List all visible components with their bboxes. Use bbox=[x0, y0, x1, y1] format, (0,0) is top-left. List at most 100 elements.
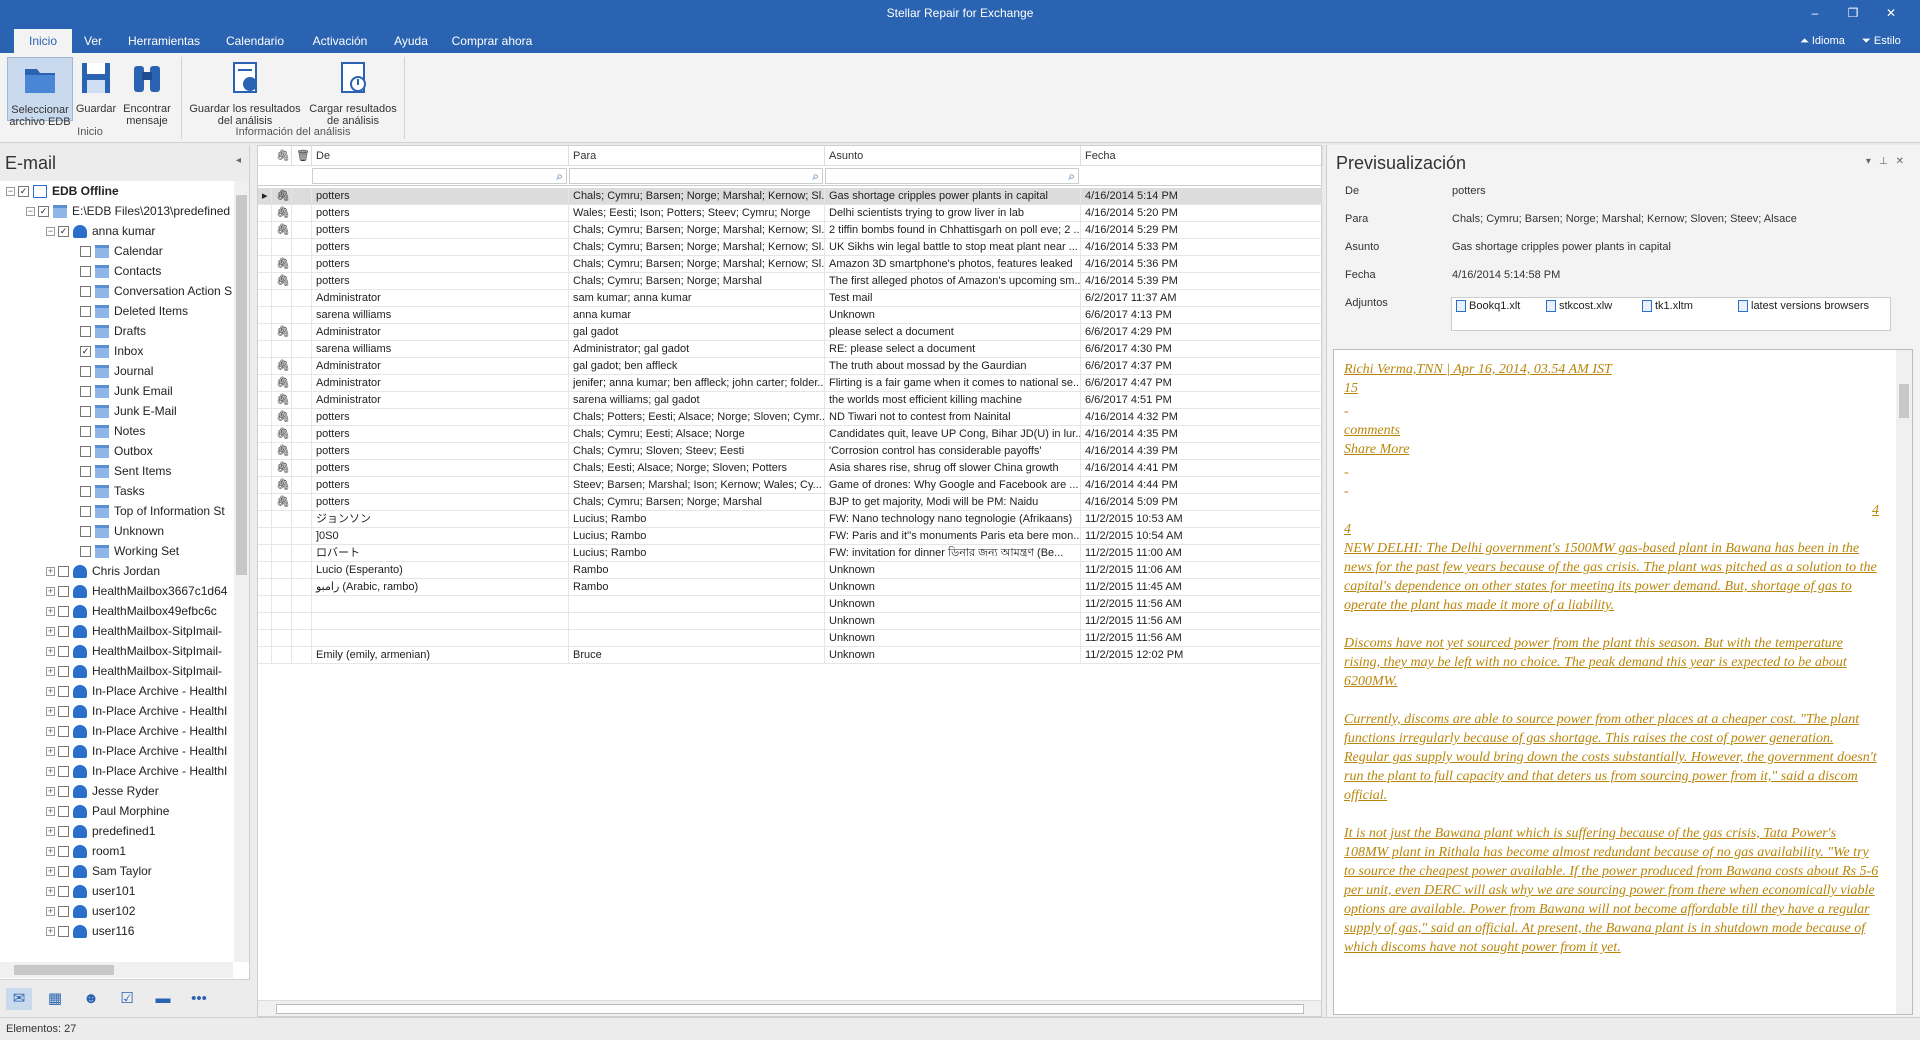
collapse-icon[interactable]: − bbox=[26, 207, 35, 217]
checkbox[interactable] bbox=[58, 846, 69, 858]
tree-node-folder[interactable]: Contacts bbox=[80, 261, 161, 281]
table-row[interactable]: Unknown 11/2/2015 11:56 AM bbox=[258, 596, 1323, 613]
expand-icon[interactable]: + bbox=[46, 887, 55, 897]
tree-node-mailbox[interactable]: + user101 bbox=[46, 881, 135, 901]
checkbox[interactable] bbox=[58, 606, 69, 618]
expand-icon[interactable]: + bbox=[46, 767, 55, 777]
table-row[interactable]: 🖇 potters Chals; Potters; Eesti; Alsace; N… bbox=[258, 409, 1323, 426]
checkbox[interactable] bbox=[80, 246, 91, 258]
tree-vertical-scrollbar[interactable] bbox=[234, 181, 249, 962]
table-row[interactable]: Unknown 11/2/2015 11:56 AM bbox=[258, 630, 1323, 647]
tree-node-mailbox[interactable]: + Paul Morphine bbox=[46, 801, 169, 821]
table-row[interactable]: 🖇 potters Chals; Cymru; Barsen; Norge; Mar… bbox=[258, 222, 1323, 239]
checkbox[interactable] bbox=[58, 586, 69, 598]
table-row[interactable]: 🖇 potters Chals; Cymru; Barsen; Norge; Mar… bbox=[258, 494, 1323, 511]
grid-horizontal-scrollbar[interactable] bbox=[258, 1000, 1321, 1016]
tasks-icon[interactable]: ☑ bbox=[114, 988, 140, 1010]
notes-icon[interactable]: ▬ bbox=[150, 988, 176, 1010]
tree-node-mailbox[interactable]: + HealthMailbox49efbc6c bbox=[46, 601, 217, 621]
tree-node-folder[interactable]: Junk Email bbox=[80, 381, 173, 401]
checkbox[interactable] bbox=[58, 926, 69, 938]
table-row[interactable]: ロバート Lucius; Rambo FW: invitation for dinn… bbox=[258, 545, 1323, 562]
table-row[interactable]: potters Chals; Cymru; Barsen; Norge; Mars… bbox=[258, 239, 1323, 256]
table-row[interactable]: 🖇 Administrator gal gadot; ben affleck The … bbox=[258, 358, 1323, 375]
tree-node-mailbox[interactable]: + HealthMailbox-SitpImail- bbox=[46, 621, 222, 641]
expand-icon[interactable]: + bbox=[46, 867, 55, 877]
byline-link[interactable]: Richi Verma,TNN | Apr 16, 2014, 03.54 AM… bbox=[1344, 360, 1879, 379]
expand-icon[interactable]: + bbox=[46, 927, 55, 937]
tree-node-mailbox[interactable]: + In-Place Archive - HealthI bbox=[46, 681, 227, 701]
pane-options-icon[interactable]: ▾⊥✕ bbox=[1866, 156, 1912, 167]
expand-icon[interactable]: + bbox=[46, 607, 55, 617]
search-icon[interactable]: ⌕ bbox=[1068, 169, 1075, 183]
table-row[interactable]: 🖇 Administrator gal gadot please select a d… bbox=[258, 324, 1323, 341]
search-icon[interactable]: ⌕ bbox=[556, 169, 563, 183]
checkbox[interactable] bbox=[58, 886, 69, 898]
attachment-item[interactable]: Bookq1.xlt bbox=[1456, 300, 1520, 313]
checkbox[interactable]: ✓ bbox=[80, 346, 91, 358]
tree-node-folder[interactable]: Outbox bbox=[80, 441, 153, 461]
close-icon[interactable]: ✕ bbox=[1872, 0, 1910, 26]
tree-node-folder[interactable]: Top of Information St bbox=[80, 501, 225, 521]
expand-icon[interactable]: + bbox=[46, 827, 55, 837]
checkbox[interactable] bbox=[80, 466, 91, 478]
collapse-icon[interactable]: ◂ bbox=[236, 155, 241, 166]
mail-icon[interactable]: ✉ bbox=[6, 988, 32, 1010]
trash-column-icon[interactable]: 🗑 bbox=[292, 146, 312, 166]
table-row[interactable]: ▸ 🖇 potters Chals; Cymru; Barsen; Norge; Ma… bbox=[258, 188, 1323, 205]
checkbox[interactable] bbox=[58, 786, 69, 798]
tree-node-folder[interactable]: Deleted Items bbox=[80, 301, 188, 321]
scroll-thumb[interactable] bbox=[236, 195, 247, 575]
checkbox[interactable] bbox=[58, 626, 69, 638]
tree-node-folder[interactable]: Notes bbox=[80, 421, 145, 441]
checkbox[interactable] bbox=[58, 706, 69, 718]
column-header-subject[interactable]: Asunto bbox=[825, 146, 1081, 166]
attachment-item[interactable]: tk1.xltm bbox=[1642, 300, 1693, 313]
tree-node-folder[interactable]: Journal bbox=[80, 361, 153, 381]
select-edb-button[interactable]: Seleccionar archivo EDB bbox=[7, 57, 73, 128]
tree-node-folder[interactable]: Drafts bbox=[80, 321, 146, 341]
page-number-link[interactable]: 4 bbox=[1344, 520, 1879, 539]
comment-count-link[interactable]: 15 bbox=[1344, 379, 1879, 398]
tree-node-mailbox[interactable]: + user102 bbox=[46, 901, 135, 921]
save-scan-button[interactable]: Guardar los resultados del análisis bbox=[186, 57, 304, 127]
column-header-from[interactable]: De bbox=[312, 146, 569, 166]
scroll-thumb[interactable] bbox=[1899, 384, 1909, 418]
table-row[interactable]: 🖇 potters Chals; Cymru; Barsen; Norge; Mar… bbox=[258, 273, 1323, 290]
find-message-button[interactable]: Encontrar mensaje bbox=[120, 57, 174, 127]
expand-icon[interactable]: + bbox=[46, 747, 55, 757]
checkbox[interactable] bbox=[58, 826, 69, 838]
table-row[interactable]: 🖇 potters Chals; Cymru; Barsen; Norge; Mar… bbox=[258, 256, 1323, 273]
table-row[interactable]: 🖇 potters Wales; Eesti; Ison; Potters; Ste… bbox=[258, 205, 1323, 222]
checkbox[interactable]: ✓ bbox=[18, 186, 29, 198]
tree-node-mailbox[interactable]: + HealthMailbox3667c1d64 bbox=[46, 581, 227, 601]
page-number-link[interactable]: 4 bbox=[1344, 501, 1879, 520]
tree-node-mailbox[interactable]: + Sam Taylor bbox=[46, 861, 152, 881]
tree-node-mailbox[interactable]: + room1 bbox=[46, 841, 126, 861]
table-row[interactable]: رامبو (Arabic, rambo) Rambo Unknown 11/2/20… bbox=[258, 579, 1323, 596]
tree-node-mailbox[interactable]: + In-Place Archive - HealthI bbox=[46, 701, 227, 721]
checkbox[interactable] bbox=[58, 906, 69, 918]
attachment-column-icon[interactable]: 🖇 bbox=[272, 146, 292, 166]
tree-node-mailbox[interactable]: − ✓ anna kumar bbox=[46, 221, 155, 241]
checkbox[interactable]: ✓ bbox=[58, 226, 69, 238]
checkbox[interactable] bbox=[58, 566, 69, 578]
checkbox[interactable]: ✓ bbox=[38, 206, 49, 218]
expand-icon[interactable]: + bbox=[46, 707, 55, 717]
comments-link[interactable]: comments bbox=[1344, 421, 1879, 440]
column-header-date[interactable]: Fecha bbox=[1081, 146, 1323, 166]
table-row[interactable]: 🖇 Administrator sarena williams; gal gadot… bbox=[258, 392, 1323, 409]
expand-icon[interactable]: + bbox=[46, 587, 55, 597]
attachment-item[interactable]: latest versions browsers bbox=[1738, 300, 1869, 313]
tree-node-mailbox[interactable]: + In-Place Archive - HealthI bbox=[46, 721, 227, 741]
filter-to-input[interactable]: ⌕ bbox=[569, 168, 823, 184]
table-row[interactable]: sarena williams Administrator; gal gadot R… bbox=[258, 341, 1323, 358]
tree-node-mailbox[interactable]: + Chris Jordan bbox=[46, 561, 160, 581]
tree-node-mailbox[interactable]: + In-Place Archive - HealthI bbox=[46, 761, 227, 781]
tab-comprar-ahora[interactable]: Comprar ahora bbox=[448, 29, 536, 53]
search-icon[interactable]: ⌕ bbox=[812, 169, 819, 183]
scroll-thumb[interactable] bbox=[276, 1004, 1304, 1014]
expand-icon[interactable]: + bbox=[46, 847, 55, 857]
more-icon[interactable]: ••• bbox=[186, 988, 212, 1010]
expand-icon[interactable]: + bbox=[46, 667, 55, 677]
